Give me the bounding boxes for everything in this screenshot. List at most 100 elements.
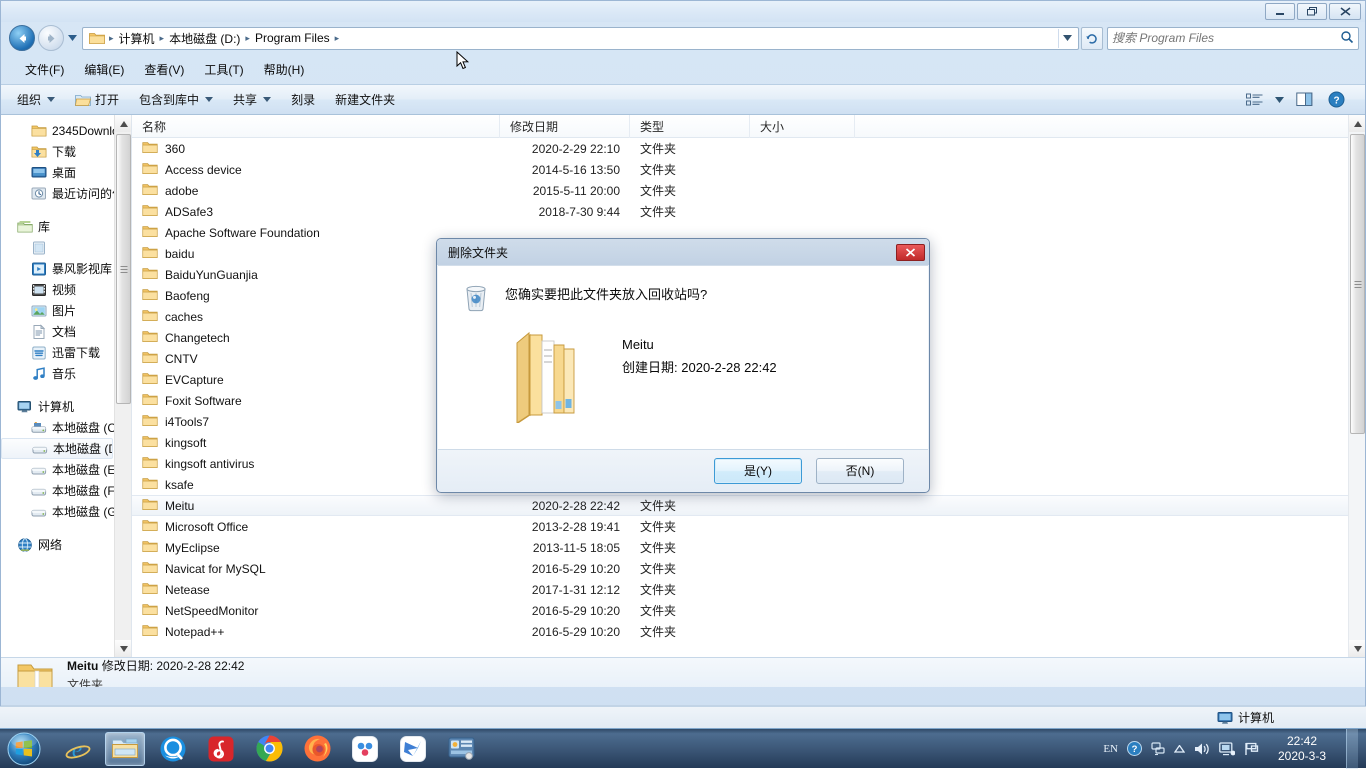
action-center-icon[interactable] bbox=[1244, 742, 1260, 756]
show-hidden-icons-button[interactable] bbox=[1174, 745, 1185, 753]
sidebar-item-最近访问的位置[interactable]: 最近访问的位置 bbox=[1, 183, 131, 204]
sidebar-item-本地磁盘g[interactable]: 本地磁盘 (G:) bbox=[1, 501, 131, 522]
baidu-netdisk-button[interactable] bbox=[345, 732, 385, 766]
filelist-scrollbar[interactable] bbox=[1348, 115, 1365, 657]
file-name-label: Microsoft Office bbox=[165, 520, 248, 534]
scroll-down-button[interactable] bbox=[115, 640, 131, 657]
sidebar-item-本地磁盘d[interactable]: 本地磁盘 (D:) bbox=[1, 438, 113, 459]
sidebar-item-2345download[interactable]: 2345Download bbox=[1, 120, 131, 141]
preview-pane-button[interactable] bbox=[1289, 88, 1319, 112]
sidebar-item-本地磁盘c[interactable]: 本地磁盘 (C:) bbox=[1, 417, 131, 438]
dialog-no-button[interactable]: 否(N) bbox=[816, 458, 904, 484]
scroll-up-button[interactable] bbox=[1349, 115, 1365, 132]
menu-tools[interactable]: 工具(T) bbox=[194, 59, 253, 80]
help-tray-icon[interactable]: ? bbox=[1127, 741, 1142, 756]
navpane-scrollbar[interactable] bbox=[114, 115, 131, 657]
help-button[interactable]: ? bbox=[1321, 88, 1351, 112]
table-row[interactable]: MyEclipse2013-11-5 18:05文件夹 bbox=[132, 537, 1348, 558]
sidebar-item-本地磁盘f[interactable]: 本地磁盘 (F:) bbox=[1, 480, 131, 501]
address-dropdown-icon[interactable] bbox=[1058, 29, 1076, 48]
table-row[interactable]: Netease2017-1-31 12:12文件夹 bbox=[132, 579, 1348, 600]
menu-help[interactable]: 帮助(H) bbox=[254, 59, 315, 80]
table-row[interactable]: NetSpeedMonitor2016-5-29 10:20文件夹 bbox=[132, 600, 1348, 621]
sidebar-item-本地磁盘e[interactable]: 本地磁盘 (E:) bbox=[1, 459, 131, 480]
organize-button[interactable]: 组织 bbox=[7, 86, 65, 113]
column-header-date[interactable]: 修改日期 bbox=[500, 115, 630, 138]
sidebar-item-图片[interactable]: 图片 bbox=[1, 300, 131, 321]
sidebar-item-迅雷下载[interactable]: 迅雷下载 bbox=[1, 342, 131, 363]
menu-edit[interactable]: 编辑(E) bbox=[74, 59, 134, 80]
new-folder-button[interactable]: 新建文件夹 bbox=[325, 86, 405, 113]
navpane-scroll-thumb[interactable] bbox=[116, 134, 131, 404]
table-row[interactable]: Microsoft Office2013-2-28 19:41文件夹 bbox=[132, 516, 1348, 537]
refresh-button[interactable] bbox=[1081, 27, 1103, 50]
dialog-footer: 是(Y) 否(N) bbox=[438, 449, 928, 491]
back-button[interactable] bbox=[9, 25, 35, 51]
file-date-cell: 2016-5-29 10:20 bbox=[500, 604, 630, 618]
table-row[interactable]: Navicat for MySQL2016-5-29 10:20文件夹 bbox=[132, 558, 1348, 579]
qq-browser-button[interactable] bbox=[153, 732, 193, 766]
column-header-type[interactable]: 类型 bbox=[630, 115, 750, 138]
folder-icon bbox=[142, 476, 158, 493]
table-row[interactable]: adobe2015-5-11 20:00文件夹 bbox=[132, 180, 1348, 201]
table-row[interactable]: ADSafe32018-7-30 9:44文件夹 bbox=[132, 201, 1348, 222]
file-name-label: Netease bbox=[165, 583, 210, 597]
sidebar-item-桌面[interactable]: 桌面 bbox=[1, 162, 131, 183]
menu-file[interactable]: 文件(F) bbox=[15, 59, 74, 80]
filelist-scroll-thumb[interactable] bbox=[1350, 134, 1365, 434]
sidebar-item-音乐[interactable]: 音乐 bbox=[1, 363, 131, 384]
volume-icon[interactable] bbox=[1194, 742, 1210, 756]
input-language-indicator[interactable]: EN bbox=[1103, 743, 1118, 755]
show-desktop-button[interactable] bbox=[1346, 729, 1358, 769]
display-icon[interactable] bbox=[1219, 742, 1235, 756]
sidebar-item-暴风影视库[interactable]: 暴风影视库 bbox=[1, 258, 131, 279]
desktop-computer-item[interactable]: 计算机 bbox=[1217, 709, 1274, 726]
open-button[interactable]: 打开 bbox=[65, 86, 129, 113]
dialog-close-button[interactable] bbox=[896, 244, 925, 261]
menu-view[interactable]: 查看(V) bbox=[134, 59, 194, 80]
column-header-size[interactable]: 大小 bbox=[750, 115, 855, 138]
sidebar-item-item-5[interactable] bbox=[1, 237, 131, 258]
sidebar-item-文档[interactable]: 文档 bbox=[1, 321, 131, 342]
burn-button[interactable]: 刻录 bbox=[281, 86, 325, 113]
dialog-yes-button[interactable]: 是(Y) bbox=[714, 458, 802, 484]
table-row[interactable]: Meitu2020-2-28 22:42文件夹 bbox=[132, 495, 1348, 516]
table-row[interactable]: Access device2014-5-16 13:50文件夹 bbox=[132, 159, 1348, 180]
firefox-button[interactable] bbox=[297, 732, 337, 766]
breadcrumb-drive-d[interactable]: 本地磁盘 (D:) bbox=[165, 28, 244, 49]
search-box[interactable] bbox=[1107, 27, 1359, 50]
minimize-button[interactable] bbox=[1265, 3, 1295, 20]
sidebar-item-网络[interactable]: 网络 bbox=[1, 534, 131, 555]
file-explorer-button[interactable] bbox=[105, 732, 145, 766]
foxmail-button[interactable] bbox=[393, 732, 433, 766]
share-button[interactable]: 共享 bbox=[223, 86, 281, 113]
scroll-up-button[interactable] bbox=[115, 115, 131, 132]
table-row[interactable]: Notepad++2016-5-29 10:20文件夹 bbox=[132, 621, 1348, 642]
breadcrumb-program-files[interactable]: Program Files bbox=[251, 29, 334, 47]
view-dropdown-button[interactable] bbox=[1271, 88, 1287, 112]
sidebar-item-计算机[interactable]: 计算机 bbox=[1, 396, 131, 417]
view-options-button[interactable] bbox=[1239, 88, 1269, 112]
chrome-button[interactable] bbox=[249, 732, 289, 766]
netease-music-button[interactable] bbox=[201, 732, 241, 766]
address-bar[interactable]: ▸ 计算机 ▸ 本地磁盘 (D:) ▸ Program Files ▸ bbox=[82, 27, 1079, 50]
table-row[interactable]: 3602020-2-29 22:10文件夹 bbox=[132, 138, 1348, 159]
search-icon[interactable] bbox=[1340, 30, 1354, 47]
sidebar-item-视频[interactable]: 视频 bbox=[1, 279, 131, 300]
screenshot-tool-button[interactable] bbox=[441, 732, 481, 766]
sidebar-item-库[interactable]: 库 bbox=[1, 216, 131, 237]
network-tray-icon[interactable] bbox=[1151, 741, 1165, 756]
forward-button[interactable] bbox=[38, 25, 64, 51]
internet-explorer-button[interactable]: e bbox=[57, 732, 97, 766]
search-input[interactable] bbox=[1112, 31, 1340, 45]
breadcrumb-computer[interactable]: 计算机 bbox=[115, 28, 159, 49]
taskbar-clock[interactable]: 22:42 2020-3-3 bbox=[1271, 734, 1333, 764]
start-button[interactable] bbox=[1, 730, 47, 768]
recent-pages-button[interactable] bbox=[64, 26, 80, 50]
scroll-down-button[interactable] bbox=[1349, 640, 1365, 657]
column-header-name[interactable]: 名称 bbox=[132, 115, 500, 138]
restore-button[interactable] bbox=[1297, 3, 1327, 20]
sidebar-item-下载[interactable]: 下载 bbox=[1, 141, 131, 162]
close-button[interactable] bbox=[1329, 3, 1361, 20]
include-in-library-button[interactable]: 包含到库中 bbox=[129, 86, 223, 113]
